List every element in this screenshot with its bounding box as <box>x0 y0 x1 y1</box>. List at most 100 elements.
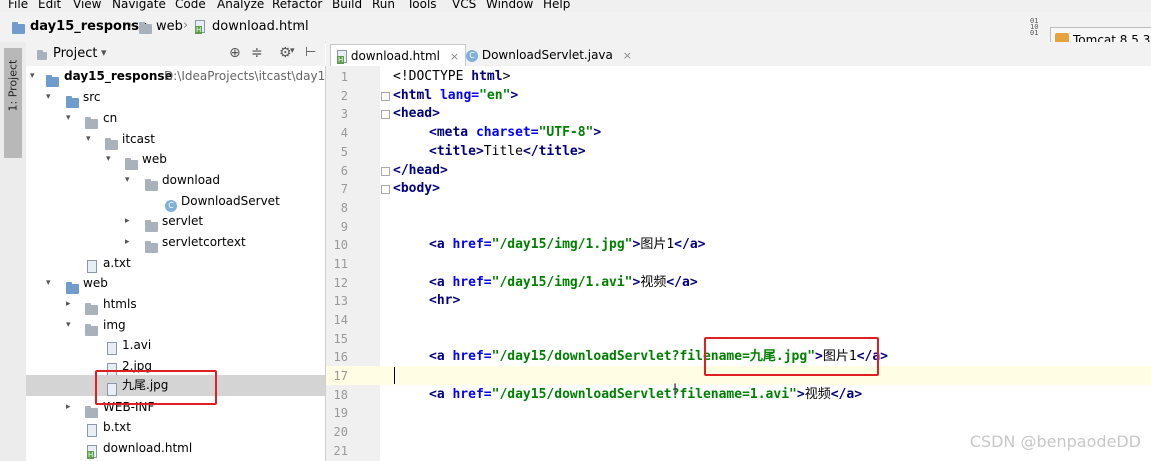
line-number: 5 <box>340 145 348 159</box>
watermark: CSDN @benpaodeDD <box>969 432 1141 451</box>
tab-download-servlet[interactable]: C DownloadServlet.java × <box>460 44 638 66</box>
fold-marker-icon[interactable] <box>381 185 390 194</box>
line-number: 4 <box>340 126 348 140</box>
breadcrumb-separator: › <box>183 18 189 33</box>
chevron-down-icon[interactable]: ▾ <box>30 66 35 86</box>
code-token: <a <box>429 275 453 290</box>
tree-item-label: DownloadServet <box>181 194 280 208</box>
navigation-bar: day15_response › web › download.html › 0… <box>0 12 1151 53</box>
highlight-box-filename <box>704 337 879 376</box>
breadcrumb-separator: › <box>128 18 134 33</box>
chevron-down-icon[interactable]: ▾ <box>86 129 91 149</box>
folder-icon <box>139 21 152 35</box>
code-token: <!DOCTYPE <box>393 69 472 84</box>
code-line-6: </head> <box>393 162 448 181</box>
tree-item[interactable]: C DownloadServet <box>26 191 325 212</box>
line-number: 10 <box>333 238 348 252</box>
menu-help[interactable]: Help <box>543 0 570 12</box>
tree-item-label: servletcortext <box>162 235 246 249</box>
tab-download-html[interactable]: download.html × <box>330 44 467 67</box>
code-token: <a <box>429 349 453 364</box>
code-token: href= <box>452 275 492 290</box>
chevron-down-icon[interactable]: ▾ <box>66 315 71 335</box>
hide-icon[interactable]: ⊢ <box>305 45 316 60</box>
binary-icon[interactable]: 01 10 01 <box>1030 18 1038 37</box>
editor-tab-bar: download.html × C DownloadServlet.java × <box>326 42 1151 67</box>
code-token: href= <box>452 237 492 252</box>
project-view-title[interactable]: Project <box>53 46 97 61</box>
file-icon <box>107 338 117 358</box>
tree-item[interactable]: ▸ servletcortext <box>26 232 325 253</box>
tree-item-label: b.txt <box>103 420 131 434</box>
class-icon: C <box>466 48 478 62</box>
code-token: <meta <box>429 125 476 140</box>
fold-marker-icon[interactable] <box>381 92 390 101</box>
line-number: 3 <box>340 107 348 121</box>
menu-vcs[interactable]: VCS <box>452 0 476 12</box>
chevron-down-icon[interactable]: ▾ <box>46 87 51 107</box>
code-token: <hr> <box>429 293 461 308</box>
code-token: 视频 <box>640 275 667 290</box>
chevron-down-icon[interactable]: ▾ <box>101 46 107 59</box>
breadcrumb-web[interactable]: web <box>156 19 183 35</box>
chevron-right-icon[interactable]: ▸ <box>66 397 71 417</box>
close-icon[interactable]: × <box>623 49 632 62</box>
code-token: > <box>796 387 805 402</box>
locate-icon[interactable]: ⊕ <box>229 45 241 61</box>
tree-item[interactable]: ▾ itcast <box>26 129 325 150</box>
breadcrumb-file[interactable]: download.html <box>212 19 309 35</box>
project-tool-tab[interactable]: 1: Project <box>4 48 22 158</box>
menu-analyze[interactable]: Analyze <box>217 0 264 12</box>
tree-item[interactable]: a.txt <box>26 253 325 273</box>
code-token: </a> <box>674 237 706 252</box>
tree-item-label: servlet <box>162 214 204 228</box>
chevron-right-icon[interactable]: ▸ <box>125 211 130 231</box>
fold-marker-icon[interactable] <box>381 110 390 119</box>
chevron-down-icon[interactable]: ▾ <box>66 108 71 128</box>
tree-item[interactable]: ▾ cn <box>26 108 325 129</box>
tree-item-label: cn <box>103 111 118 125</box>
close-icon[interactable]: × <box>450 50 459 63</box>
menu-window[interactable]: Window <box>486 0 533 12</box>
chevron-right-icon[interactable]: ▸ <box>125 232 130 252</box>
tree-item[interactable]: ▸ htmls <box>26 294 325 315</box>
code-token: "/day15/img/1.avi" <box>491 275 633 290</box>
tree-item[interactable]: ▾ day15_response D:\IdeaProjects\itcast\… <box>26 66 325 87</box>
collapse-icon[interactable]: ≑ <box>251 45 263 61</box>
menu-navigate[interactable]: Navigate <box>112 0 166 12</box>
menu-edit[interactable]: Edit <box>38 0 61 12</box>
code-token: <body> <box>393 181 440 196</box>
tree-item[interactable]: ▸ servlet <box>26 211 325 232</box>
mouse-ibeam-icon: I <box>673 382 678 398</box>
tree-item[interactable]: b.txt <box>26 417 325 437</box>
html-file-icon <box>87 441 97 461</box>
chevron-down-icon[interactable]: ▾ <box>125 170 130 190</box>
menu-build[interactable]: Build <box>332 0 362 12</box>
tab-label: DownloadServlet.java <box>481 48 613 62</box>
tree-item[interactable]: ▾ src <box>26 87 325 108</box>
menu-tools[interactable]: Tools <box>407 0 437 12</box>
menu-refactor[interactable]: Refactor <box>272 0 322 12</box>
tree-item[interactable]: 1.avi <box>26 335 325 355</box>
code-token: <head> <box>393 106 440 121</box>
menu-view[interactable]: View <box>73 0 101 12</box>
tree-item[interactable]: ▾ web <box>26 149 325 170</box>
menu-run[interactable]: Run <box>372 0 395 12</box>
menu-code[interactable]: Code <box>175 0 206 12</box>
code-line-12: <a href="/day15/img/1.avi">视频</a> <box>429 274 698 293</box>
chevron-right-icon[interactable]: ▸ <box>66 294 71 314</box>
tree-item-label: itcast <box>122 132 155 146</box>
menu-file[interactable]: File <box>8 0 28 12</box>
line-number: 14 <box>333 313 348 327</box>
code-token: <html <box>393 88 440 103</box>
chevron-down-icon[interactable]: ▾ <box>46 273 51 293</box>
tree-item[interactable]: ▾ web <box>26 273 325 294</box>
tree-item[interactable]: ▾ img <box>26 315 325 336</box>
tree-item[interactable]: ▾ download <box>26 170 325 191</box>
fold-marker-icon[interactable] <box>381 167 390 176</box>
chevron-down-icon[interactable]: ▾ <box>106 149 111 169</box>
module-folder-icon <box>12 21 25 35</box>
gear-dropdown-icon[interactable]: ▾ <box>290 46 295 56</box>
tree-item[interactable]: download.html <box>26 438 325 461</box>
menu-bar: File Edit View Navigate Code Analyze Ref… <box>0 0 1151 12</box>
